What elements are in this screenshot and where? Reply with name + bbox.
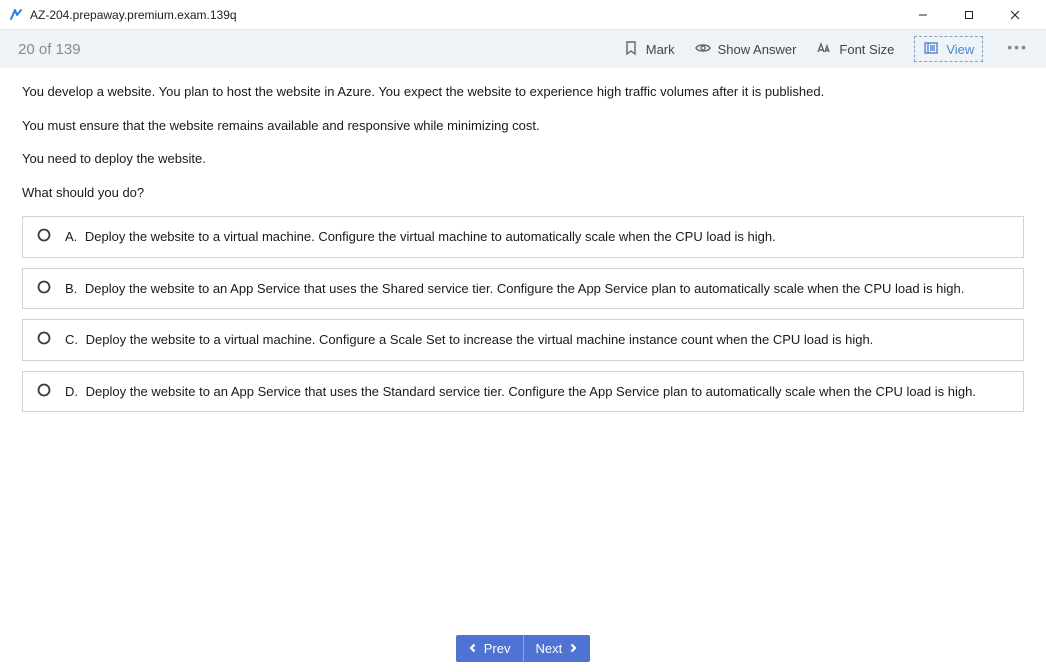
bookmark-icon (623, 40, 639, 59)
view-icon (923, 40, 939, 59)
font-size-button[interactable]: Font Size (816, 36, 894, 62)
answer-text: Deploy the website to a virtual machine.… (86, 332, 874, 347)
question-paragraph: You develop a website. You plan to host … (22, 82, 1024, 102)
window-title: AZ-204.prepaway.premium.exam.139q (30, 8, 900, 22)
chevron-right-icon (568, 641, 578, 656)
prev-button[interactable]: Prev (456, 635, 524, 662)
show-answer-label: Show Answer (718, 42, 797, 57)
radio-icon (37, 280, 51, 297)
eye-icon (695, 40, 711, 59)
answer-option-a[interactable]: A. Deploy the website to a virtual machi… (22, 216, 1024, 258)
answer-letter: D. (65, 384, 78, 399)
answer-option-d[interactable]: D. Deploy the website to an App Service … (22, 371, 1024, 413)
next-button[interactable]: Next (524, 635, 591, 662)
question-paragraph: You need to deploy the website. (22, 149, 1024, 169)
answer-text: Deploy the website to an App Service tha… (86, 384, 976, 399)
answer-letter: C. (65, 332, 78, 347)
title-bar: AZ-204.prepaway.premium.exam.139q (0, 0, 1046, 30)
question-paragraph: You must ensure that the website remains… (22, 116, 1024, 136)
app-icon (8, 7, 24, 23)
prev-label: Prev (484, 641, 511, 656)
mark-label: Mark (646, 42, 675, 57)
view-label: View (946, 42, 974, 57)
more-button[interactable]: ••• (1003, 39, 1032, 59)
show-answer-button[interactable]: Show Answer (695, 36, 797, 62)
font-size-icon (816, 40, 832, 59)
minimize-button[interactable] (900, 0, 946, 30)
maximize-button[interactable] (946, 0, 992, 30)
nav-buttons: Prev Next (456, 635, 590, 662)
view-button[interactable]: View (914, 36, 983, 62)
toolbar-actions: Mark Show Answer Font Size View ••• (623, 36, 1046, 62)
radio-icon (37, 383, 51, 400)
close-button[interactable] (992, 0, 1038, 30)
font-size-label: Font Size (839, 42, 894, 57)
answer-text: Deploy the website to a virtual machine.… (85, 229, 776, 244)
next-label: Next (536, 641, 563, 656)
mark-button[interactable]: Mark (623, 36, 675, 62)
chevron-left-icon (468, 641, 478, 656)
question-content: You develop a website. You plan to host … (0, 68, 1046, 624)
answer-list: A. Deploy the website to a virtual machi… (22, 216, 1024, 412)
answer-option-b[interactable]: B. Deploy the website to an App Service … (22, 268, 1024, 310)
radio-icon (37, 228, 51, 245)
question-paragraph: What should you do? (22, 183, 1024, 203)
window-controls (900, 0, 1038, 30)
answer-letter: A. (65, 229, 77, 244)
answer-option-c[interactable]: C. Deploy the website to a virtual machi… (22, 319, 1024, 361)
footer: Prev Next (0, 624, 1046, 672)
question-counter: 20 of 139 (18, 41, 623, 58)
toolbar: 20 of 139 Mark Show Answer Font Size Vie… (0, 30, 1046, 68)
radio-icon (37, 331, 51, 348)
answer-letter: B. (65, 281, 77, 296)
answer-text: Deploy the website to an App Service tha… (85, 281, 964, 296)
